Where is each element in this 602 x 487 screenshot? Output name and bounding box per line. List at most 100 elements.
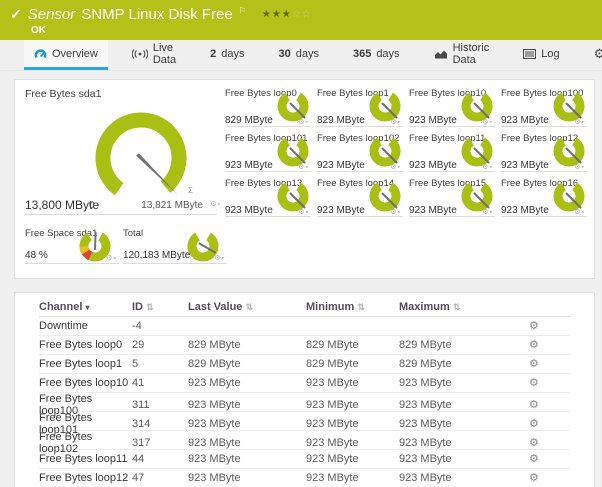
tab-bar: Overview Live Data 2 days 30 days 365 da… — [0, 40, 602, 71]
channel-gauge-card[interactable]: Free Bytes loop101 923 MByte ⚙▪ — [225, 131, 311, 172]
column-label: Channel — [39, 300, 83, 313]
gauge-settings-icon[interactable]: ⚙ — [390, 119, 397, 126]
column-header-maximum[interactable]: Maximum ⇅ — [399, 301, 509, 313]
gauge-pin-icon[interactable]: ▪ — [398, 164, 401, 171]
channel-gauge-card[interactable]: Free Bytes loop102 923 MByte ⚙▪ — [317, 131, 403, 172]
gauge-pin-icon[interactable]: ▪ — [490, 164, 493, 171]
gauge-settings-icon[interactable]: ⚙ — [298, 164, 305, 171]
tab-overview[interactable]: Overview — [24, 40, 108, 70]
channel-gauge-card[interactable]: Free Bytes loop14 923 MByte ⚙▪ — [317, 176, 403, 217]
gauge-pin-icon[interactable]: ▪ — [114, 255, 117, 262]
tab-2-days[interactable]: 2 days — [200, 40, 254, 70]
column-label: Minimum — [306, 300, 355, 313]
cell-last-value: 923 MByte — [188, 472, 241, 484]
gauge-action-icons[interactable]: ⚙▪ — [574, 163, 585, 171]
gauge-action-icons[interactable]: ⚙▪ — [574, 208, 585, 216]
channel-gauge-card[interactable]: Free Bytes loop11 923 MByte ⚙▪ — [409, 131, 495, 172]
gauge-pin-icon[interactable]: ▪ — [582, 164, 585, 171]
tab-settings[interactable]: ⚙ Settings — [584, 40, 602, 70]
gauge-pin-icon[interactable]: ▪ — [306, 119, 309, 126]
object-type-label: Sensor — [27, 6, 76, 23]
channel-table-row: Free Bytes loop12 47 923 MByte 923 MByte… — [39, 469, 570, 487]
total-gauge-card[interactable]: Total 120,183 MByte ⚙▪ — [123, 224, 227, 264]
channel-settings-icon[interactable]: ⚙ — [509, 339, 570, 351]
cell-minimum: 829 MByte — [306, 358, 359, 370]
cell-minimum: 923 MByte — [306, 472, 359, 484]
gauge-settings-icon[interactable]: ⚙ — [574, 209, 581, 216]
gauge-settings-icon[interactable]: ⚙ — [298, 119, 305, 126]
gauge-pin-icon[interactable]: ▪ — [582, 209, 585, 216]
channel-settings-icon[interactable]: ⚙ — [509, 377, 570, 389]
gauge-action-icons[interactable]: ⚙▪ — [298, 163, 309, 171]
gauge-action-icons[interactable]: ⚙▪ — [210, 200, 221, 208]
gauge-pin-icon[interactable]: ▪ — [306, 164, 309, 171]
channel-settings-icon[interactable]: ⚙ — [509, 358, 570, 370]
gauge-settings-icon[interactable]: ⚙ — [390, 164, 397, 171]
channel-settings-icon[interactable]: ⚙ — [509, 418, 570, 430]
channel-gauge-card[interactable]: Free Bytes loop10 923 MByte ⚙▪ — [409, 86, 495, 127]
free-space-gauge-card[interactable]: Free Space sda1 48 % ⚙▪ — [25, 224, 119, 264]
gauge-pin-icon[interactable]: ▪ — [490, 119, 493, 126]
channel-gauge-value: 829 MByte — [225, 115, 273, 126]
gauge-action-icons[interactable]: ⚙▪ — [298, 208, 309, 216]
tab-live-data[interactable]: Live Data — [122, 40, 186, 70]
gauge-pin-icon[interactable]: ▪ — [222, 255, 225, 262]
gauge-settings-icon[interactable]: ⚙ — [214, 255, 221, 262]
gauge-settings-icon[interactable]: ⚙ — [482, 209, 489, 216]
gauge-action-icons[interactable]: ⚙▪ — [390, 163, 401, 171]
gauge-settings-icon[interactable]: ⚙ — [210, 201, 217, 208]
channel-gauge-card[interactable]: Free Bytes loop16 923 MByte ⚙▪ — [501, 176, 587, 217]
tab-historic-data[interactable]: Historic Data — [424, 40, 500, 70]
gauge-action-icons[interactable]: ⚙▪ — [574, 118, 585, 126]
column-header-last-value[interactable]: Last Value ⇅ — [188, 301, 306, 313]
channel-table-row: Downtime -4 ⚙ — [39, 317, 570, 336]
column-header-minimum[interactable]: Minimum ⇅ — [306, 301, 399, 313]
gauge-action-icons[interactable]: ⚙▪ — [214, 254, 225, 262]
tab-365-days[interactable]: 365 days — [343, 40, 410, 70]
cell-id: -4 — [132, 320, 142, 332]
gauge-action-icons[interactable]: ⚙▪ — [390, 118, 401, 126]
column-header-id[interactable]: ID ⇅ — [132, 301, 188, 313]
channel-gauge-card[interactable]: Free Bytes loop15 923 MByte ⚙▪ — [409, 176, 495, 217]
gauge-settings-icon[interactable]: ⚙ — [574, 119, 581, 126]
gauge-pin-icon[interactable]: ▪ — [490, 209, 493, 216]
gauge-pin-icon[interactable]: ▪ — [582, 119, 585, 126]
gauge-pin-icon[interactable]: ▪ — [398, 119, 401, 126]
column-header-channel[interactable]: Channel ▾ — [39, 301, 132, 313]
cell-minimum: 923 MByte — [306, 418, 359, 430]
gauge-pin-icon[interactable]: ▪ — [306, 209, 309, 216]
gauge-settings-icon[interactable]: ⚙ — [390, 209, 397, 216]
primary-channel-gauge-card[interactable]: Free Bytes sda1 Σ 13,800 MByte 0 13,821 … — [25, 88, 221, 215]
channel-gauge-card[interactable]: Free Bytes loop12 923 MByte ⚙▪ — [501, 131, 587, 172]
gauge-settings-icon[interactable]: ⚙ — [482, 119, 489, 126]
gauge-pin-icon[interactable]: ▪ — [218, 201, 221, 208]
channel-gauge-card[interactable]: Free Bytes loop0 829 MByte ⚙▪ — [225, 86, 311, 127]
tab-number: 30 — [278, 47, 291, 60]
channel-gauge-card[interactable]: Free Bytes loop100 923 MByte ⚙▪ — [501, 86, 587, 127]
gauge-settings-icon[interactable]: ⚙ — [106, 255, 113, 262]
tab-30-days[interactable]: 30 days — [268, 40, 329, 70]
gauge-action-icons[interactable]: ⚙▪ — [482, 118, 493, 126]
channel-settings-icon[interactable]: ⚙ — [509, 472, 570, 484]
gauge-settings-icon[interactable]: ⚙ — [574, 164, 581, 171]
gauge-action-icons[interactable]: ⚙▪ — [106, 254, 117, 262]
channel-gauge-card[interactable]: Free Bytes loop13 923 MByte ⚙▪ — [225, 176, 311, 217]
flag-icon[interactable]: ⚐ — [239, 6, 246, 15]
sort-desc-icon: ▾ — [85, 302, 90, 312]
gauge-action-icons[interactable]: ⚙▪ — [298, 118, 309, 126]
channel-gauge-value: 923 MByte — [409, 115, 457, 126]
gauge-action-icons[interactable]: ⚙▪ — [482, 163, 493, 171]
tab-log[interactable]: Log — [513, 40, 569, 70]
gauge-pin-icon[interactable]: ▪ — [398, 209, 401, 216]
channel-gauge-card[interactable]: Free Bytes loop1 829 MByte ⚙▪ — [317, 86, 403, 127]
gauge-action-icons[interactable]: ⚙▪ — [390, 208, 401, 216]
channel-settings-icon[interactable]: ⚙ — [509, 453, 570, 465]
gauge-settings-icon[interactable]: ⚙ — [482, 164, 489, 171]
channel-settings-icon[interactable]: ⚙ — [509, 437, 570, 449]
channel-settings-icon[interactable]: ⚙ — [509, 399, 570, 411]
gauge-action-icons[interactable]: ⚙▪ — [482, 208, 493, 216]
sensor-title: SNMP Linux Disk Free — [81, 6, 233, 23]
gauge-settings-icon[interactable]: ⚙ — [298, 209, 305, 216]
channel-settings-icon[interactable]: ⚙ — [509, 320, 570, 332]
priority-rating[interactable]: ★★★☆☆ — [262, 9, 312, 20]
